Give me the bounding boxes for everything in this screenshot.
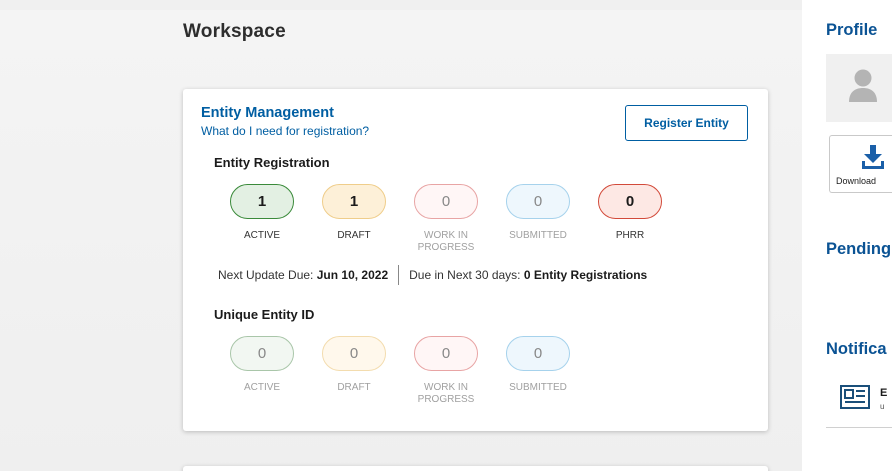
next-update-label: Next Update Due: — [218, 268, 314, 282]
unique-entity-id-heading: Unique Entity ID — [214, 307, 315, 322]
uei-submitted-label: SUBMITTED — [509, 382, 567, 393]
download-label: Download — [836, 176, 877, 186]
notifications-heading: Notifica — [826, 340, 887, 358]
registration-help-link[interactable]: What do I need for registration? — [201, 124, 369, 138]
user-avatar-icon — [849, 69, 877, 102]
page-title: Workspace — [183, 21, 286, 42]
count-submitted[interactable]: 0 SUBMITTED — [506, 184, 598, 254]
uei-count-work-in-progress[interactable]: 0 WORK IN PROGRESS — [414, 336, 506, 406]
pending-heading: Pending — [826, 240, 892, 258]
active-count-pill[interactable]: 1 — [230, 184, 294, 219]
uei-count-draft[interactable]: 0 DRAFT — [322, 336, 414, 406]
due-value: 0 Entity Registrations — [523, 268, 648, 282]
avatar — [826, 54, 892, 122]
divider — [398, 265, 400, 285]
uei-work-in-progress-label: WORK IN PROGRESS — [417, 382, 475, 405]
draft-count-pill[interactable]: 1 — [322, 184, 386, 219]
count-phrr[interactable]: 0 PHRR — [598, 184, 690, 254]
register-entity-button[interactable]: Register Entity — [625, 105, 748, 141]
entity-registration-heading: Entity Registration — [214, 155, 330, 170]
secondary-card — [183, 466, 768, 471]
draft-label: DRAFT — [337, 230, 371, 241]
download-button[interactable]: Download — [829, 135, 892, 193]
count-work-in-progress[interactable]: 0 WORK IN PROGRESS — [414, 184, 506, 254]
submitted-label: SUBMITTED — [509, 230, 567, 241]
uei-draft-label: DRAFT — [337, 382, 371, 393]
count-active[interactable]: 1 ACTIVE — [230, 184, 322, 254]
phrr-count-pill[interactable]: 0 — [598, 184, 662, 219]
divider — [826, 427, 892, 428]
entity-registration-counts: 1 ACTIVE 1 DRAFT 0 WORK IN PROGRESS 0 SU… — [230, 184, 690, 254]
uei-active-count-pill[interactable]: 0 — [230, 336, 294, 371]
uei-work-in-progress-count-pill[interactable]: 0 — [414, 336, 478, 371]
uei-active-label: ACTIVE — [243, 382, 281, 393]
registration-dates: Next Update Due: Jun 10, 2022 Due in Nex… — [218, 265, 647, 285]
work-in-progress-count-pill[interactable]: 0 — [414, 184, 478, 219]
entity-management-card: Entity Management What do I need for reg… — [183, 89, 768, 431]
active-label: ACTIVE — [243, 230, 281, 241]
download-icon — [862, 145, 884, 169]
uei-counts: 0 ACTIVE 0 DRAFT 0 WORK IN PROGRESS 0 SU… — [230, 336, 598, 406]
phrr-label: PHRR — [615, 230, 645, 241]
uei-count-active[interactable]: 0 ACTIVE — [230, 336, 322, 406]
uei-submitted-count-pill[interactable]: 0 — [506, 336, 570, 371]
notification-subtitle: u — [880, 402, 885, 411]
submitted-count-pill[interactable]: 0 — [506, 184, 570, 219]
newspaper-icon — [840, 385, 870, 409]
notification-title[interactable]: E — [880, 387, 887, 399]
profile-heading: Profile — [826, 21, 878, 39]
count-draft[interactable]: 1 DRAFT — [322, 184, 414, 254]
uei-draft-count-pill[interactable]: 0 — [322, 336, 386, 371]
next-update-date: Jun 10, 2022 — [316, 268, 389, 282]
due-label: Due in Next 30 days: — [409, 268, 521, 282]
work-in-progress-label: WORK IN PROGRESS — [417, 230, 475, 253]
uei-count-submitted[interactable]: 0 SUBMITTED — [506, 336, 598, 406]
card-title: Entity Management — [201, 105, 334, 121]
